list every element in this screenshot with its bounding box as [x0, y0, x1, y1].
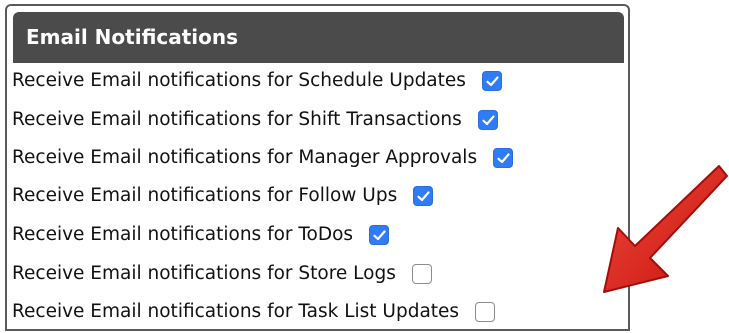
- notification-label: Receive Email notifications for Manager …: [12, 147, 478, 168]
- notification-label: Receive Email notifications for Schedule…: [12, 70, 466, 91]
- email-notifications-panel: Email Notifications Receive Email notifi…: [5, 4, 630, 331]
- notification-row-todos: Receive Email notifications for ToDos: [12, 219, 390, 251]
- notification-label: Receive Email notifications for ToDos: [12, 224, 354, 245]
- checkbox-task-list-updates[interactable]: [475, 302, 496, 322]
- checkmark-icon: [417, 191, 430, 202]
- notification-label: Receive Email notifications for Follow U…: [12, 185, 398, 206]
- checkbox-follow-ups[interactable]: [413, 186, 434, 206]
- notification-row-store-logs: Receive Email notifications for Store Lo…: [12, 258, 432, 290]
- notification-label: Receive Email notifications for Store Lo…: [12, 263, 396, 284]
- notification-label: Receive Email notifications for Task Lis…: [12, 301, 460, 322]
- checkbox-schedule-updates[interactable]: [481, 71, 502, 91]
- notification-row-follow-ups: Receive Email notifications for Follow U…: [12, 180, 434, 212]
- notification-row-schedule-updates: Receive Email notifications for Schedule…: [12, 65, 502, 97]
- checkbox-todos[interactable]: [369, 225, 390, 245]
- notification-row-shift-transactions: Receive Email notifications for Shift Tr…: [12, 104, 498, 136]
- checkmark-icon: [497, 153, 510, 164]
- checkmark-icon: [373, 230, 386, 241]
- notification-label: Receive Email notifications for Shift Tr…: [12, 109, 462, 130]
- red-arrow-icon: [603, 165, 728, 293]
- checkmark-icon: [486, 76, 499, 87]
- checkmark-icon: [482, 115, 495, 126]
- checkbox-store-logs[interactable]: [411, 264, 432, 284]
- notification-row-manager-approvals: Receive Email notifications for Manager …: [12, 142, 514, 174]
- checkbox-shift-transactions[interactable]: [477, 110, 498, 130]
- checkbox-manager-approvals[interactable]: [493, 148, 514, 168]
- notification-row-task-list-updates: Receive Email notifications for Task Lis…: [12, 296, 496, 328]
